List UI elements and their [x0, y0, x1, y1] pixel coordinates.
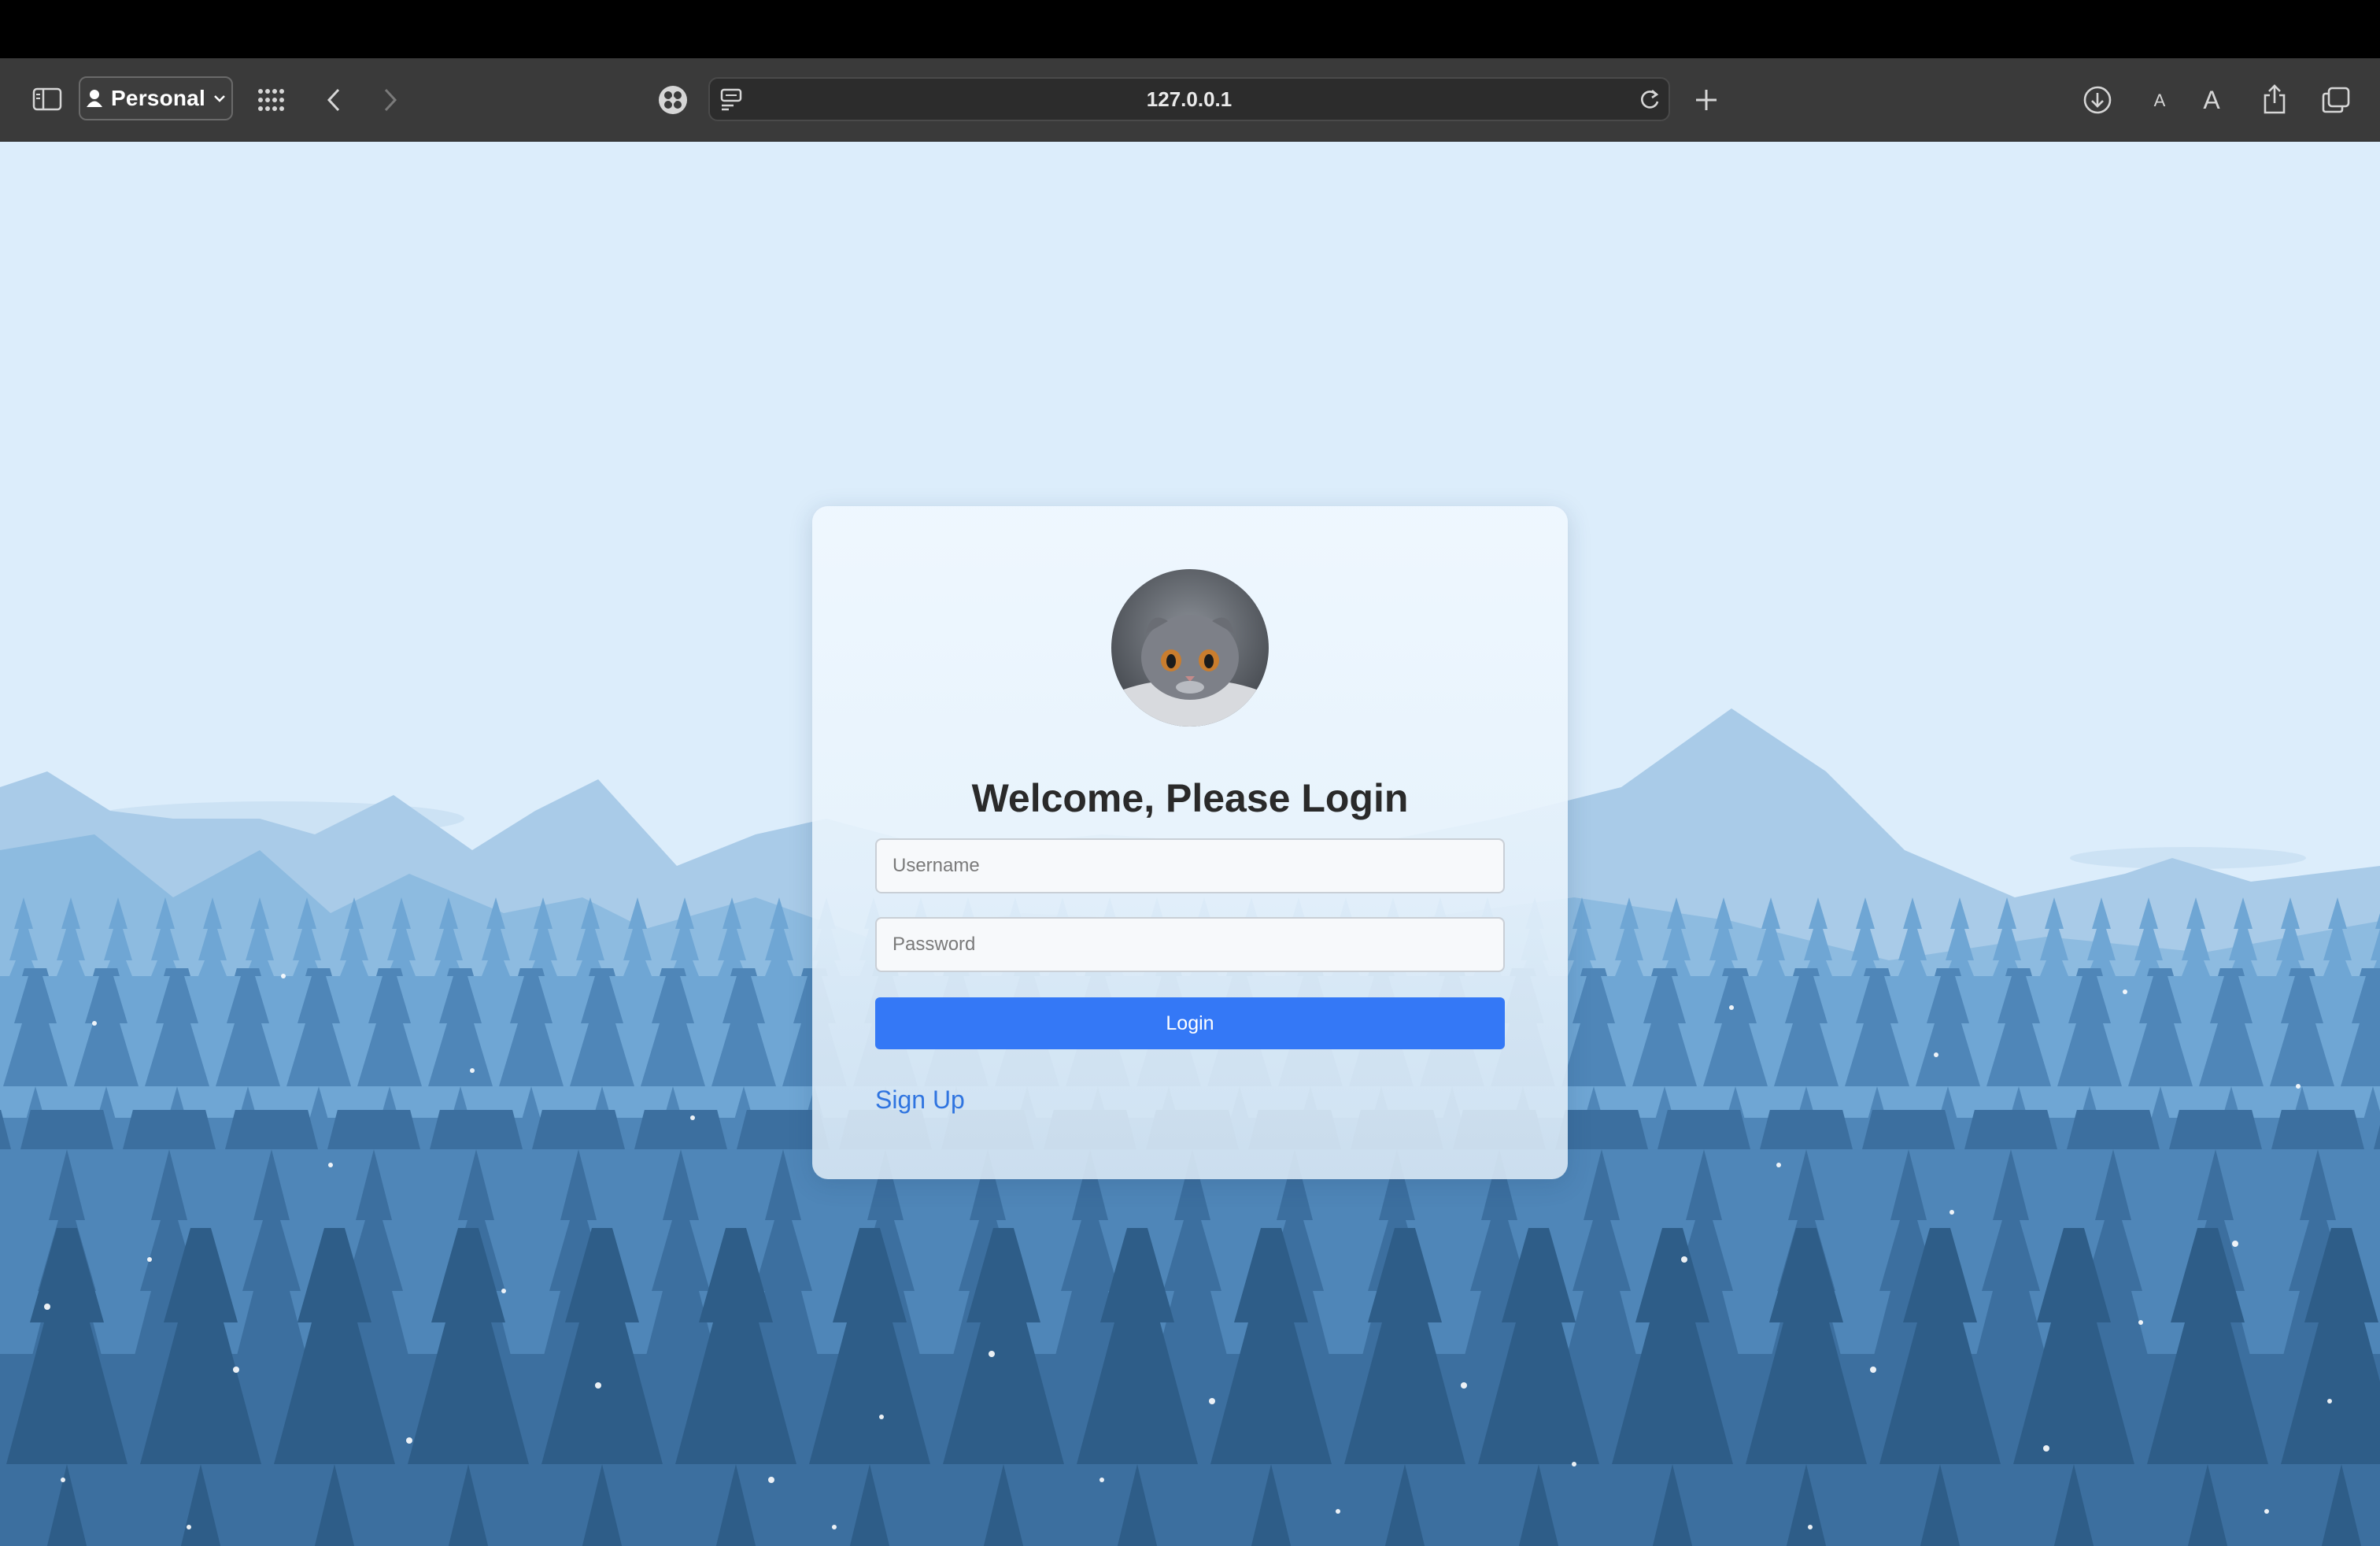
profile-label: Personal	[111, 86, 205, 110]
login-button[interactable]: Login	[875, 997, 1505, 1049]
text-smaller-icon[interactable]: A	[2145, 85, 2174, 117]
reload-icon[interactable]	[1637, 87, 1662, 113]
chevron-down-icon	[213, 94, 226, 103]
page-content: Welcome, Please Login Login Sign Up	[0, 142, 2380, 1546]
url-text: 127.0.0.1	[1146, 87, 1232, 111]
text-larger-icon[interactable]: A	[2196, 82, 2227, 118]
menu-bar	[0, 0, 2380, 58]
share-icon[interactable]	[2259, 80, 2290, 118]
username-input[interactable]	[875, 838, 1505, 893]
address-bar[interactable]: 127.0.0.1	[708, 77, 1670, 121]
login-card: Welcome, Please Login Login Sign Up	[812, 506, 1568, 1179]
signup-link[interactable]: Sign Up	[875, 1086, 965, 1115]
sidebar-icon[interactable]	[30, 83, 65, 115]
profile-button[interactable]: Personal	[79, 76, 233, 120]
download-icon[interactable]	[2079, 82, 2116, 118]
back-icon[interactable]	[318, 82, 349, 118]
browser-toolbar: Personal 127.0.0.1 A A	[0, 58, 2380, 142]
password-input[interactable]	[875, 917, 1505, 972]
person-icon	[86, 89, 103, 108]
forward-icon[interactable]	[375, 82, 406, 118]
plus-icon[interactable]	[1691, 82, 1722, 118]
grid-icon[interactable]	[253, 82, 290, 118]
extension-icon[interactable]	[655, 82, 691, 118]
avatar	[1111, 569, 1269, 727]
tabs-icon[interactable]	[2319, 82, 2353, 118]
page-title: Welcome, Please Login	[971, 776, 1409, 820]
